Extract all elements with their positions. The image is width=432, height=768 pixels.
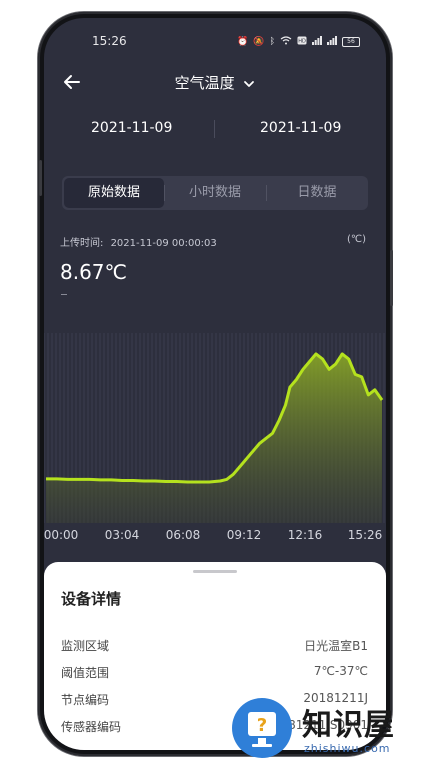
current-value: 8.67℃ bbox=[60, 260, 127, 284]
status-icons: ⏰ 🔕 ᛒ HD 56 bbox=[237, 36, 360, 48]
app-screen: 15:26 ⏰ 🔕 ᛒ HD 56 空气温度 2021-11-09 2021-1… bbox=[44, 18, 386, 750]
detail-label: 传感器编码 bbox=[61, 720, 122, 734]
temperature-chart[interactable] bbox=[44, 318, 386, 528]
upload-time-value: 2021-11-09 00:00:03 bbox=[110, 238, 217, 249]
sheet-drag-handle[interactable] bbox=[193, 570, 237, 573]
alarm-icon: ⏰ bbox=[237, 37, 249, 47]
signal-icon bbox=[312, 36, 322, 48]
detail-label: 节点编码 bbox=[61, 693, 110, 707]
tab-raw-data[interactable]: 原始数据 bbox=[64, 178, 164, 208]
bluetooth-icon: ᛒ bbox=[269, 37, 275, 47]
start-date[interactable]: 2021-11-09 bbox=[91, 120, 172, 136]
x-tick-label: 06:08 bbox=[165, 528, 201, 542]
battery-icon: 56 bbox=[342, 37, 360, 47]
watermark-symbol: ? bbox=[257, 715, 267, 736]
upload-time-label: 上传时间: bbox=[60, 238, 104, 249]
data-type-tabs: 原始数据 小时数据 日数据 bbox=[62, 176, 368, 210]
monitor-question-icon: ? bbox=[248, 712, 276, 747]
volume-button bbox=[39, 160, 42, 196]
mute-icon: 🔕 bbox=[253, 37, 265, 47]
detail-label: 监测区域 bbox=[61, 639, 110, 653]
status-bar: 15:26 ⏰ 🔕 ᛒ HD 56 bbox=[44, 32, 386, 52]
metric-selector[interactable]: 空气温度 bbox=[44, 72, 386, 93]
detail-value: 7℃-37℃ bbox=[313, 664, 368, 678]
x-tick-label: 00:00 bbox=[44, 528, 79, 542]
detail-label: 阈值范围 bbox=[61, 666, 110, 680]
x-tick-label: 09:12 bbox=[226, 528, 262, 542]
sheet-title: 设备详情 bbox=[61, 590, 122, 608]
watermark-text: 知识屋 bbox=[302, 708, 395, 743]
app-header: 空气温度 bbox=[44, 68, 386, 98]
status-time: 15:26 bbox=[92, 34, 127, 48]
end-date[interactable]: 2021-11-09 bbox=[260, 120, 341, 136]
watermark-url: zhishiwu.com bbox=[304, 742, 391, 755]
x-tick-label: 15:26 bbox=[347, 528, 383, 542]
detail-value: 日光温室B1 bbox=[304, 639, 368, 653]
tab-hourly-data[interactable]: 小时数据 bbox=[164, 176, 266, 210]
unit-label: (℃) bbox=[346, 234, 366, 245]
signal-icon bbox=[327, 36, 337, 48]
x-tick-label: 03:04 bbox=[104, 528, 140, 542]
page-title: 空气温度 bbox=[174, 74, 235, 92]
detail-row-threshold: 阈值范围 7℃-37℃ bbox=[61, 664, 368, 684]
date-divider bbox=[214, 120, 215, 138]
date-range: 2021-11-09 2021-11-09 bbox=[44, 118, 386, 142]
chevron-down-icon bbox=[244, 80, 255, 87]
hd-icon: HD bbox=[297, 36, 307, 48]
watermark-logo: ? bbox=[232, 698, 292, 758]
x-tick-label: 12:16 bbox=[287, 528, 323, 542]
wifi-icon bbox=[280, 36, 292, 48]
tab-daily-data[interactable]: 日数据 bbox=[266, 176, 368, 210]
detail-row-area: 监测区域 日光温室B1 bbox=[61, 637, 368, 657]
upload-time-line: 上传时间: 2021-11-09 00:00:03 bbox=[60, 234, 217, 249]
power-button bbox=[390, 250, 393, 306]
svg-text:HD: HD bbox=[298, 39, 306, 45]
watermark: ? 知识屋 zhishiwu.com bbox=[232, 698, 432, 768]
value-underline bbox=[61, 294, 67, 295]
x-axis-ticks: 00:00 03:04 06:08 09:12 12:16 15:26 bbox=[44, 528, 386, 548]
